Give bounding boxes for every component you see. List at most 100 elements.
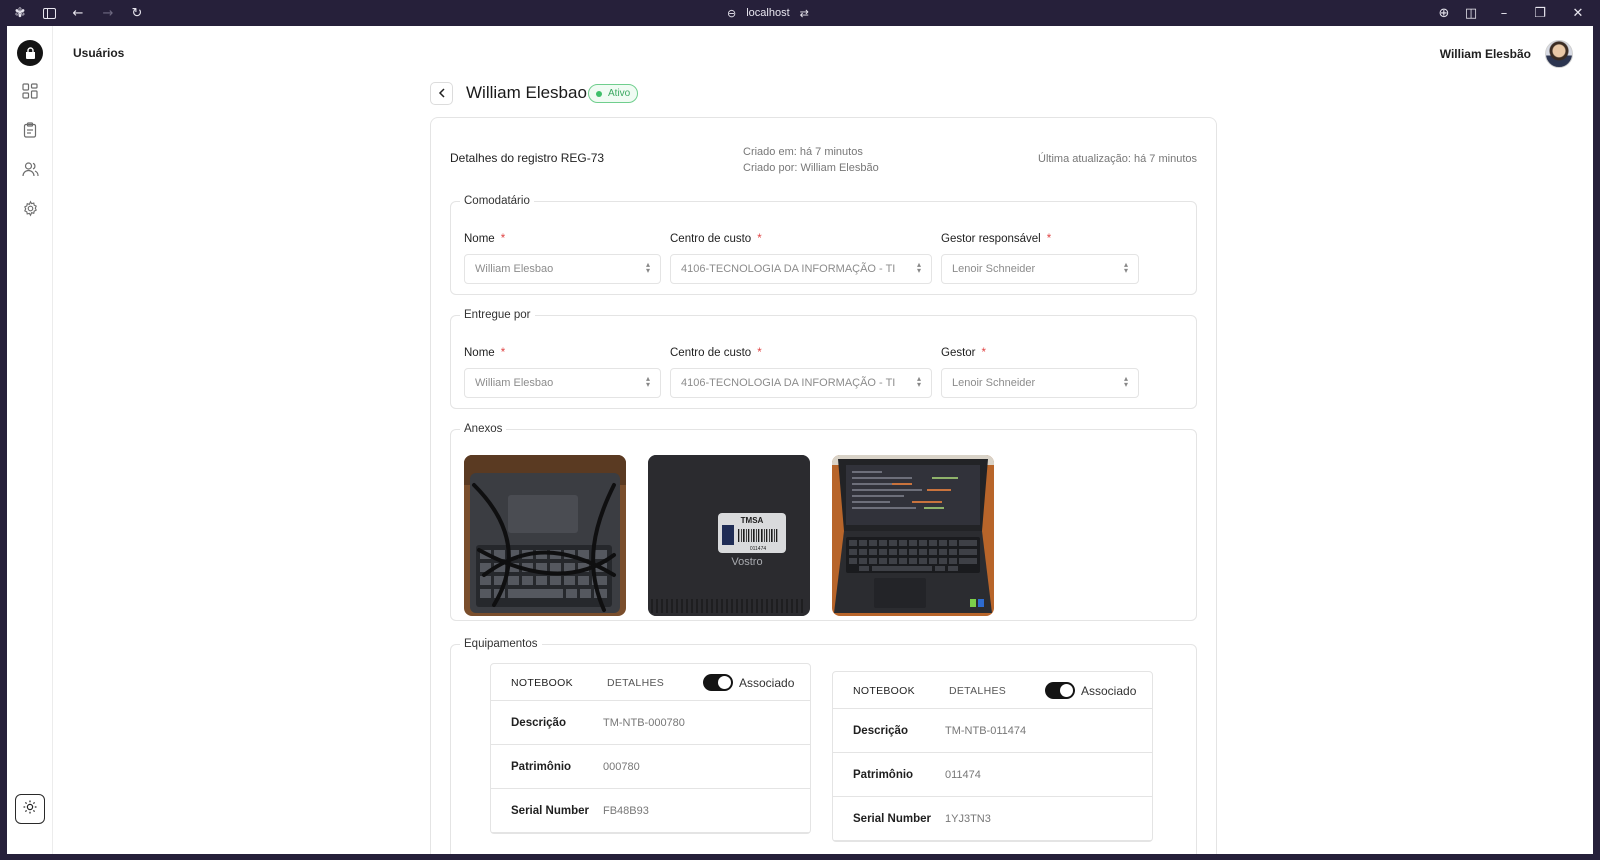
- comodatario-manager-select[interactable]: Lenoir Schneider ▴ ▾: [941, 254, 1139, 284]
- clipboard-icon[interactable]: [20, 120, 40, 140]
- user-menu[interactable]: William Elesbão: [1440, 40, 1573, 68]
- comodatario-cost-center-select[interactable]: 4106-TECNOLOGIA DA INFORMAÇÃO - TI ▴ ▾: [670, 254, 932, 284]
- row-value: TM-NTB-011474: [945, 724, 1027, 737]
- associado-label: Associado: [739, 676, 795, 690]
- comodatario-name-select[interactable]: William Elesbao ▴ ▾: [464, 254, 661, 284]
- avatar[interactable]: [1545, 40, 1573, 68]
- split-view-icon[interactable]: ◫: [1463, 5, 1479, 21]
- created-by: Criado por: William Elesbão: [743, 162, 879, 174]
- row-value: 011474: [945, 768, 981, 781]
- row-key: Patrimônio: [853, 768, 914, 781]
- attachment-thumbnail[interactable]: [832, 455, 994, 616]
- globe-icon[interactable]: ⊕: [1436, 5, 1452, 21]
- photo-tag-brand: TMSA: [741, 516, 764, 525]
- row-value: 000780: [603, 760, 640, 773]
- row-value: 1YJ3TN3: [945, 812, 991, 825]
- tab-notebook[interactable]: NOTEBOOK: [853, 685, 915, 697]
- status-badge: Ativo: [588, 84, 639, 103]
- app-logo-icon[interactable]: [17, 40, 43, 66]
- row-key: Descrição: [511, 716, 566, 729]
- anexos-legend: Anexos: [464, 423, 503, 435]
- row-key: Descrição: [853, 724, 908, 737]
- entregue-manager-select[interactable]: Lenoir Schneider ▴ ▾: [941, 368, 1139, 398]
- row-key: Serial Number: [511, 804, 589, 817]
- row-value: TM-NTB-000780: [603, 716, 685, 729]
- sidebar: [7, 26, 53, 854]
- anexos-group: Anexos TMSA 011474 Vostro: [450, 423, 1197, 621]
- table-row: Patrimônio 011474: [833, 753, 1152, 797]
- entregue-manager-label: Gestor *: [941, 347, 986, 359]
- back-button[interactable]: [430, 82, 453, 105]
- minimize-icon[interactable]: –: [1496, 5, 1512, 21]
- row-key: Patrimônio: [511, 760, 572, 773]
- chevron-up-down-icon: ▴ ▾: [916, 260, 921, 275]
- record-card: Detalhes do registro REG-73 Criado em: h…: [430, 117, 1217, 854]
- table-row: Descrição TM-NTB-000780: [491, 701, 810, 745]
- theme-toggle-button[interactable]: [15, 794, 45, 824]
- users-icon[interactable]: [20, 159, 40, 179]
- equipment-card: NOTEBOOK DETALHES Associado Descrição TM…: [832, 671, 1153, 842]
- tab-notebook[interactable]: NOTEBOOK: [511, 677, 573, 689]
- entregue-por-group: Entregue por Nome * William Elesbao ▴ ▾ Ce…: [450, 309, 1197, 409]
- equipamentos-legend: Equipamentos: [464, 638, 538, 650]
- record-title: Detalhes do registro REG-73: [450, 151, 605, 165]
- photo-tag-number: 011474: [750, 546, 767, 552]
- table-row: Descrição TM-NTB-011474: [833, 709, 1152, 753]
- gear-icon[interactable]: [20, 198, 40, 218]
- comodatario-group: Comodatário Nome * William Elesbao ▴ ▾ Cen…: [450, 195, 1197, 295]
- link-icon: ⊖: [727, 6, 737, 20]
- equipment-card-header: NOTEBOOK DETALHES Associado: [491, 664, 810, 701]
- comodatario-name-label: Nome *: [464, 233, 506, 245]
- chevron-up-down-icon: ▴ ▾: [916, 374, 921, 389]
- row-key: Serial Number: [853, 812, 931, 825]
- user-name: William Elesbão: [1439, 47, 1531, 61]
- browser-titlebar: ✾ ← → ↻ ⊖ localhost ⇄ ⊕ ◫ – ❐ ✕: [0, 0, 1600, 26]
- record-meta: Criado em: há 7 minutos Criado por: Will…: [743, 144, 879, 176]
- tab-detalhes[interactable]: DETALHES: [949, 685, 1006, 697]
- associado-toggle[interactable]: [1045, 682, 1075, 699]
- row-value: FB48B93: [603, 804, 649, 817]
- chevron-up-down-icon: ▴ ▾: [645, 260, 650, 275]
- close-icon[interactable]: ✕: [1570, 5, 1586, 21]
- chevron-left-icon: [438, 85, 446, 103]
- tab-detalhes[interactable]: DETALHES: [607, 677, 664, 689]
- entregue-por-legend: Entregue por: [464, 309, 531, 321]
- attachment-thumbnail[interactable]: [464, 455, 626, 616]
- dashboard-icon[interactable]: [20, 81, 40, 101]
- entregue-name-label: Nome *: [464, 347, 506, 359]
- app-window: Usuários William Elesbão William Elesbao…: [7, 26, 1593, 854]
- section-title: Usuários: [73, 46, 125, 60]
- attachment-thumbnail[interactable]: TMSA 011474 Vostro: [648, 455, 810, 616]
- comodatario-manager-label: Gestor responsável *: [941, 233, 1052, 245]
- table-row: Serial Number FB48B93: [491, 789, 810, 833]
- chevron-up-down-icon: ▴ ▾: [1123, 374, 1128, 389]
- restore-icon[interactable]: ❐: [1532, 5, 1548, 21]
- created-at: Criado em: há 7 minutos: [743, 146, 863, 158]
- forward-arrow-icon[interactable]: →: [100, 5, 116, 21]
- entregue-cost-center-select[interactable]: 4106-TECNOLOGIA DA INFORMAÇÃO - TI ▴ ▾: [670, 368, 932, 398]
- chevron-up-down-icon: ▴ ▾: [645, 374, 650, 389]
- address-bar[interactable]: ⊖ localhost ⇄: [727, 4, 809, 22]
- chevron-up-down-icon: ▴ ▾: [1123, 260, 1128, 275]
- table-row: Serial Number 1YJ3TN3: [833, 797, 1152, 841]
- updated-at: Última atualização: há 7 minutos: [1038, 153, 1197, 165]
- page-title: William Elesbao: [466, 83, 587, 102]
- comodatario-legend: Comodatário: [464, 195, 530, 207]
- sun-icon: [23, 800, 37, 819]
- entregue-name-select[interactable]: William Elesbao ▴ ▾: [464, 368, 661, 398]
- sidebar-toggle-icon[interactable]: [41, 5, 57, 21]
- reload-icon[interactable]: ↻: [129, 5, 145, 21]
- back-arrow-icon[interactable]: ←: [70, 5, 86, 21]
- photo-model-label: Vostro: [731, 556, 762, 568]
- associado-label: Associado: [1081, 684, 1137, 698]
- associado-toggle[interactable]: [703, 674, 733, 691]
- url-text: localhost: [746, 7, 790, 19]
- browser-logo-icon[interactable]: ✾: [12, 5, 28, 21]
- equipment-card-header: NOTEBOOK DETALHES Associado: [833, 672, 1152, 709]
- site-settings-icon[interactable]: ⇄: [800, 7, 809, 20]
- equipment-card: NOTEBOOK DETALHES Associado Descrição TM…: [490, 663, 811, 834]
- status-label: Ativo: [608, 88, 631, 99]
- table-row: Patrimônio 000780: [491, 745, 810, 789]
- equipamentos-group: Equipamentos NOTEBOOK DETALHES Associado…: [450, 638, 1197, 854]
- status-dot-icon: [596, 90, 602, 97]
